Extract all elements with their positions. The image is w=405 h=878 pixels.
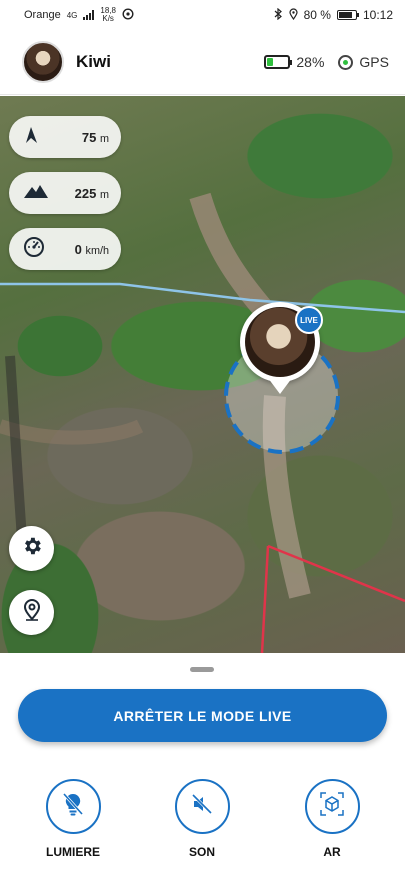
gps-icon — [338, 54, 354, 70]
gps-label: GPS — [359, 54, 389, 70]
distance-value: 75 — [81, 129, 97, 145]
gear-icon — [21, 535, 43, 562]
sound-control[interactable]: SON — [162, 779, 242, 859]
sound-button[interactable] — [174, 779, 230, 834]
altitude-unit: m — [99, 188, 109, 201]
pet-location-marker[interactable]: LIVE — [240, 302, 323, 398]
live-badge: LIVE — [295, 306, 323, 334]
dirt-track — [0, 419, 144, 445]
distance-unit: m — [99, 132, 109, 145]
tracker-battery-label: 28% — [296, 54, 325, 70]
tracker-battery: 28% — [264, 54, 324, 70]
sheet-drag-handle[interactable] — [190, 667, 214, 672]
clock: 10:12 — [362, 8, 393, 22]
stop-live-mode-button[interactable]: ARRÊTER LE MODE LIVE — [18, 689, 387, 742]
speed-value: 0 — [74, 241, 82, 257]
ar-cube-icon — [319, 791, 345, 822]
location-pin-icon — [22, 598, 42, 627]
network-type: 4G — [66, 10, 78, 20]
distance-value-wrap: 75 m — [82, 130, 109, 145]
speed-metric: 0 km/h — [9, 228, 121, 270]
trail-line — [0, 282, 405, 314]
center-location-button[interactable] — [9, 590, 54, 635]
net-speed-unit: K/s — [102, 14, 114, 23]
app-header: Kiwi 28% GPS — [0, 30, 405, 95]
speaker-muted-icon — [190, 792, 214, 821]
altitude-metric: 225 m — [9, 172, 121, 214]
altitude-value-wrap: 225 m — [75, 186, 109, 201]
distance-metric: 75 m — [9, 116, 121, 158]
bottom-sheet: ARRÊTER LE MODE LIVE LUMIERE SON AR — [0, 653, 405, 878]
gps-status: GPS — [338, 54, 389, 70]
phone-battery-icon — [336, 10, 359, 20]
mountain-icon — [23, 183, 49, 204]
pet-name: Kiwi — [76, 52, 111, 71]
phone-battery-percent: 80 % — [303, 8, 331, 22]
location-pin-status-icon — [289, 7, 298, 23]
light-control[interactable]: LUMIERE — [33, 779, 113, 859]
pet-avatar[interactable] — [22, 41, 64, 83]
altitude-value: 225 — [74, 185, 97, 201]
direction-arrow-icon — [23, 125, 41, 150]
map-view[interactable]: 75 m 225 m 0 km/h LIVE — [0, 96, 405, 653]
dirt-track — [189, 192, 274, 319]
status-bar: Orange 4G 18,8 K/s 80 % 10:12 — [0, 0, 405, 30]
bluetooth-icon — [274, 7, 283, 23]
signal-icon — [83, 10, 95, 20]
ar-button[interactable] — [304, 779, 360, 834]
battery-fill — [267, 58, 273, 66]
net-speed: 18,8 K/s — [100, 7, 116, 23]
light-button[interactable] — [45, 779, 101, 834]
sound-label: SON — [188, 845, 215, 859]
ar-control[interactable]: AR — [292, 779, 372, 859]
speed-unit: km/h — [85, 244, 109, 257]
speed-value-wrap: 0 km/h — [75, 242, 109, 257]
battery-icon — [264, 55, 293, 69]
marker-pointer — [268, 378, 292, 394]
location-indicator-icon — [122, 7, 134, 23]
light-bulb-off-icon — [61, 791, 85, 822]
light-label: LUMIERE — [46, 845, 100, 859]
settings-button[interactable] — [9, 526, 54, 571]
speedometer-icon — [23, 236, 45, 263]
carrier-name: Orange — [24, 9, 61, 21]
ar-label: AR — [323, 845, 341, 859]
